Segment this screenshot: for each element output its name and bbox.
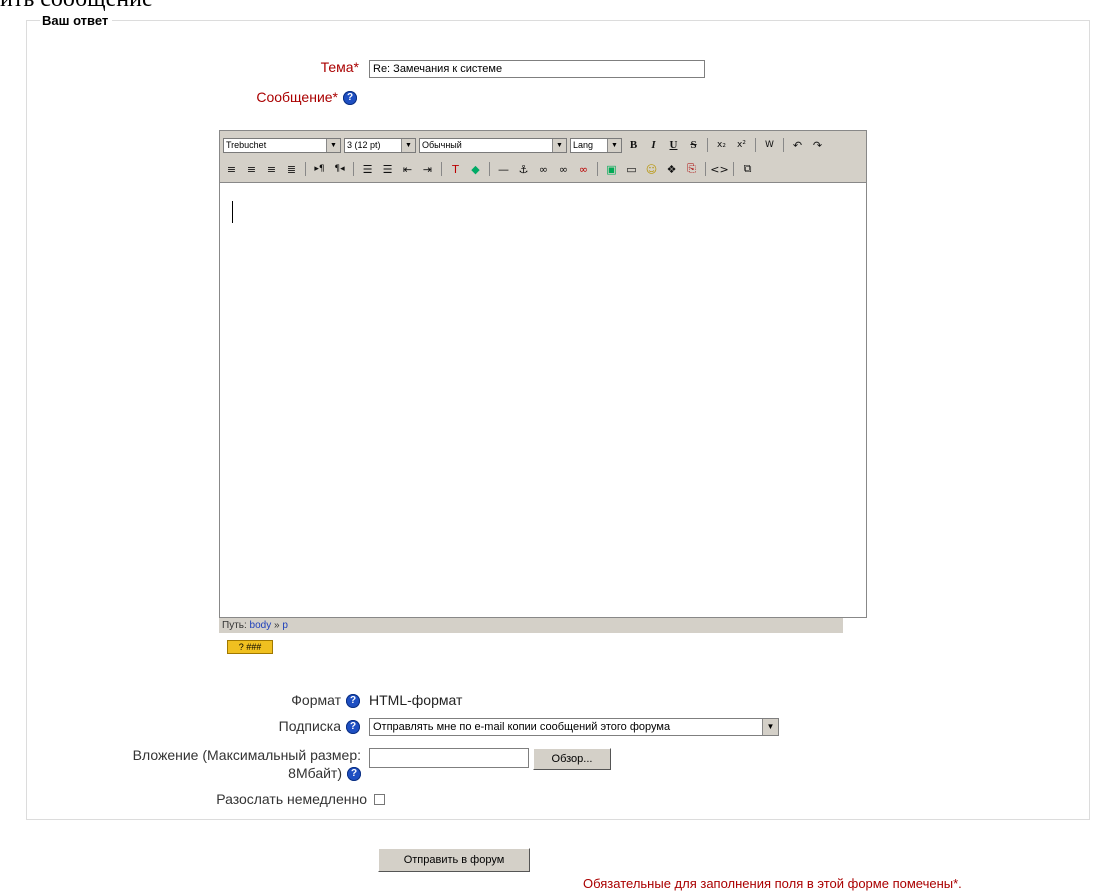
html-source-icon[interactable]: <> <box>710 161 728 178</box>
message-editor-area[interactable] <box>219 183 867 618</box>
toolbar-separator <box>755 138 756 152</box>
help-icon[interactable]: ? <box>347 767 361 782</box>
font-family-value: Trebuchet <box>226 140 267 150</box>
editor-status-bar: Путь: body » p <box>219 618 843 633</box>
undo-icon[interactable]: ↶ <box>789 137 806 154</box>
editor-toolbar: Trebuchet ▼ 3 (12 pt) ▼ Обычный ▼ Lang ▼ B I… <box>219 130 867 183</box>
align-center-icon[interactable]: ≡ <box>243 161 260 178</box>
underline-icon[interactable]: U <box>665 137 682 154</box>
toolbar-separator <box>489 162 490 176</box>
align-right-icon[interactable]: ≡ <box>263 161 280 178</box>
ltr-icon[interactable]: ▸¶ <box>311 161 328 178</box>
subscription-value: Отправлять мне по e-mail копии сообщений… <box>373 721 671 733</box>
rtl-icon[interactable]: ¶◂ <box>331 161 348 178</box>
link-icon[interactable]: ∞ <box>535 161 552 178</box>
toolbar-separator <box>733 162 734 176</box>
italic-icon[interactable]: I <box>645 137 662 154</box>
subscription-label: Подписка <box>278 718 341 734</box>
help-icon[interactable]: ? <box>346 720 360 735</box>
format-label: Формат <box>291 692 341 708</box>
required-asterisk: * <box>332 89 338 105</box>
toolbar-separator <box>707 138 708 152</box>
font-family-select[interactable]: Trebuchet ▼ <box>223 137 341 153</box>
unordered-list-icon[interactable]: ☰ <box>379 161 396 178</box>
path-p-link[interactable]: p <box>282 620 288 631</box>
message-label-wrap: Сообщение*? <box>256 89 357 106</box>
chevron-down-icon: ▼ <box>552 138 566 152</box>
subject-label: Тема <box>320 59 354 75</box>
chevron-down-icon: ▼ <box>401 138 415 152</box>
search-replace-icon[interactable]: ⎘ <box>683 161 700 178</box>
bold-icon[interactable]: B <box>625 137 642 154</box>
smiley-icon[interactable]: ☺ <box>643 161 660 178</box>
fieldset-legend: Ваш ответ <box>40 13 113 28</box>
lang-value: Lang <box>573 140 594 150</box>
mail-now-checkbox[interactable] <box>374 794 385 805</box>
lang-select[interactable]: Lang ▼ <box>570 137 622 153</box>
toolbar-separator <box>441 162 442 176</box>
path-label: Путь: <box>222 620 247 631</box>
insert-char-icon[interactable]: ❖ <box>663 161 680 178</box>
nolink-icon[interactable]: ∞ <box>575 161 592 178</box>
paragraph-style-value: Обычный <box>422 140 462 150</box>
path-body-link[interactable]: body <box>250 620 272 631</box>
fullscreen-icon[interactable]: ⧉ <box>739 161 756 178</box>
insert-image-icon[interactable]: ▣ <box>603 161 620 178</box>
attachment-label: Вложение (Максимальный размер: <box>132 747 361 763</box>
help-icon[interactable]: ? <box>343 91 357 106</box>
path-separator: » <box>274 620 280 631</box>
toolbar-separator <box>783 138 784 152</box>
format-label-wrap: Формат? <box>291 692 360 709</box>
attachment-label-wrap: Вложение (Максимальный размер: 8Мбайт)? <box>133 746 361 782</box>
toolbar-separator <box>353 162 354 176</box>
redo-icon[interactable]: ↷ <box>809 137 826 154</box>
chevron-down-icon: ▼ <box>607 138 621 152</box>
text-color-icon[interactable]: T <box>447 161 464 178</box>
submit-post-button[interactable]: Отправить в форум <box>378 848 530 872</box>
font-size-value: 3 (12 pt) <box>347 140 381 150</box>
browse-button[interactable]: Обзор... <box>533 748 611 770</box>
font-size-select[interactable]: 3 (12 pt) ▼ <box>344 137 416 153</box>
required-asterisk: * <box>353 59 359 75</box>
unlink-icon[interactable]: ∞ <box>555 161 572 178</box>
chevron-down-icon: ▼ <box>326 138 340 152</box>
horizontal-rule-icon[interactable]: — <box>495 161 512 178</box>
subject-label-wrap: Тема* <box>321 59 359 75</box>
attachment-path-input[interactable] <box>369 748 529 768</box>
html-editor: Trebuchet ▼ 3 (12 pt) ▼ Обычный ▼ Lang ▼ B I… <box>219 130 869 633</box>
chevron-down-icon: ▼ <box>762 719 778 735</box>
toolbar-separator <box>597 162 598 176</box>
anchor-icon[interactable]: ⚓ <box>515 161 532 178</box>
clean-word-icon[interactable]: W <box>761 137 778 154</box>
subject-input[interactable] <box>369 60 705 78</box>
indent-icon[interactable]: ⇥ <box>419 161 436 178</box>
toolbar-separator <box>705 162 706 176</box>
subscript-icon[interactable]: x₂ <box>713 137 730 154</box>
strikethrough-icon[interactable]: S <box>685 137 702 154</box>
required-fields-note: Обязательные для заполнения поля в этой … <box>583 876 962 891</box>
help-icon[interactable]: ? <box>346 694 360 709</box>
align-justify-icon[interactable]: ≣ <box>283 161 300 178</box>
toolbar-separator <box>305 162 306 176</box>
attachment-size-label: 8Мбайт) <box>288 765 342 781</box>
insert-table-icon[interactable]: ▭ <box>623 161 640 178</box>
outdent-icon[interactable]: ⇤ <box>399 161 416 178</box>
subscription-select[interactable]: Отправлять мне по e-mail копии сообщений… <box>369 718 779 736</box>
superscript-icon[interactable]: x² <box>733 137 750 154</box>
message-label: Сообщение <box>256 89 333 105</box>
paragraph-style-select[interactable]: Обычный ▼ <box>419 137 567 153</box>
page-heading: ить сообщение <box>0 0 153 13</box>
mail-now-label: Разослать немедленно <box>216 791 367 807</box>
keyboard-help-icon[interactable]: ? ### <box>227 640 273 654</box>
background-color-icon[interactable]: ◆ <box>467 161 484 178</box>
format-value: HTML-формат <box>369 692 463 708</box>
subscription-label-wrap: Подписка? <box>278 718 360 735</box>
ordered-list-icon[interactable]: ☰ <box>359 161 376 178</box>
align-left-icon[interactable]: ≡ <box>223 161 240 178</box>
text-caret <box>232 201 233 223</box>
